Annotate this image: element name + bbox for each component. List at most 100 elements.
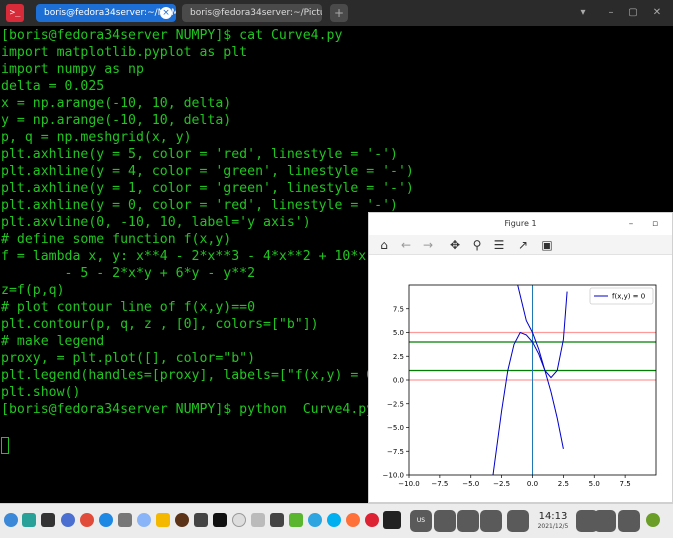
show-desktop-icon[interactable] bbox=[4, 513, 18, 527]
text-editor-icon[interactable] bbox=[175, 513, 189, 527]
settings-icon[interactable] bbox=[61, 513, 75, 527]
terminal-line: - 5 - 2*x*y + 6*y - y**2 bbox=[1, 266, 256, 281]
vim-icon[interactable] bbox=[194, 513, 208, 527]
terminal-icon[interactable] bbox=[41, 513, 55, 527]
clock-time[interactable]: 14:13 bbox=[538, 511, 568, 523]
configure-subplots-icon[interactable]: ☰ bbox=[491, 237, 507, 253]
home-icon[interactable]: ⌂ bbox=[376, 237, 392, 253]
terminal-line: plt.axhline(y = 0, color = 'red', linest… bbox=[1, 198, 398, 213]
keyboard-layout-button[interactable]: US bbox=[410, 510, 432, 532]
save-icon[interactable]: ▣ bbox=[539, 237, 555, 253]
terminal-line: # define some function f(x,y) bbox=[1, 232, 232, 247]
terminal-line: y = np.arange(-10, 10, delta) bbox=[1, 113, 232, 128]
terminal-line: x = np.arange(-10, 10, delta) bbox=[1, 96, 232, 111]
tab-label: boris@fedora34server:~/NUMPY bbox=[44, 8, 176, 18]
terminal-line: import matplotlib.pyplot as plt bbox=[1, 45, 248, 60]
terminal-line: plt.legend(handles=[proxy], labels=["f(x… bbox=[1, 368, 398, 383]
plot-canvas[interactable]: −10.0 −7.5 −5.0 −2.5 0.0 2.5 5.0 7.5 −10.0 −7.5 −5… bbox=[369, 255, 672, 503]
terminal-cursor bbox=[1, 437, 9, 454]
x-tick-label: 5.0 bbox=[589, 480, 600, 488]
desktop: >_ boris@fedora34server:~/NUMPY × boris@… bbox=[0, 0, 673, 538]
tray-app-button[interactable] bbox=[457, 510, 479, 532]
y-tick-label: −5.0 bbox=[387, 424, 404, 432]
software-icon[interactable] bbox=[118, 513, 132, 527]
terminal-line: f = lambda x, y: x**4 - 2*x**3 - 4*x**2 … bbox=[1, 249, 383, 264]
plot-area: −10.0 −7.5 −5.0 −2.5 0.0 2.5 5.0 7.5 −10.0 −7.5 −5… bbox=[383, 284, 657, 488]
maximize-icon[interactable]: ▢ bbox=[626, 6, 640, 20]
y-tick-label: 5.0 bbox=[393, 329, 404, 337]
zoom-icon[interactable]: ⚲ bbox=[469, 237, 485, 253]
back-icon[interactable]: ← bbox=[398, 237, 414, 253]
y-tick-label: 0.0 bbox=[393, 377, 404, 385]
messages-button[interactable] bbox=[594, 510, 616, 532]
taskbar: US 14:13 2021/12/5 bbox=[0, 503, 673, 538]
files-icon[interactable] bbox=[22, 513, 36, 527]
figure-window[interactable]: Figure 1 – ▫ ⌂ ← → ✥ ⚲ ☰ ↗ ▣ −10.0 −7.5 −5… bbox=[368, 212, 673, 503]
terminal-line: plt.contour(p, q, z , [0], colors=["b"]) bbox=[1, 317, 319, 332]
terminal-line: proxy, = plt.plot([], color="b") bbox=[1, 351, 256, 366]
terminal-line: plt.show() bbox=[1, 385, 81, 400]
user-avatar[interactable] bbox=[646, 513, 660, 527]
tab-label: boris@fedora34server:~/Pictures bbox=[190, 8, 322, 18]
x-tick-label: −10.0 bbox=[398, 480, 419, 488]
monitor-icon[interactable] bbox=[270, 513, 284, 527]
inkscape-icon[interactable] bbox=[383, 511, 401, 529]
terminal-line: plt.axvline(0, -10, 10, label='y axis') bbox=[1, 215, 311, 230]
webex-icon[interactable] bbox=[232, 513, 246, 527]
skype-icon[interactable] bbox=[327, 513, 341, 527]
y-tick-label: −2.5 bbox=[387, 400, 404, 408]
terminal-app-icon[interactable]: >_ bbox=[6, 4, 24, 22]
terminal-line: delta = 0.025 bbox=[1, 79, 105, 94]
x-tick-label: 7.5 bbox=[620, 480, 631, 488]
figure-toolbar: ⌂ ← → ✥ ⚲ ☰ ↗ ▣ bbox=[369, 235, 672, 255]
x-tick-label: 0.0 bbox=[527, 480, 538, 488]
terminal-titlebar: >_ boris@fedora34server:~/NUMPY × boris@… bbox=[0, 0, 673, 26]
terminal-line: plt.axhline(y = 1, color = 'green', line… bbox=[1, 181, 414, 196]
y-tick-label: −10.0 bbox=[383, 472, 404, 480]
x-tick-label: 2.5 bbox=[558, 480, 569, 488]
power-button[interactable] bbox=[618, 510, 640, 532]
terminal-line: plt.axhline(y = 4, color = 'green', line… bbox=[1, 164, 414, 179]
terminal-line: # plot contour line of f(x,y)==0 bbox=[1, 300, 256, 315]
browser-icon[interactable] bbox=[99, 513, 113, 527]
tray-app-button[interactable] bbox=[434, 510, 456, 532]
legend-label: f(x,y) = 0 bbox=[612, 293, 645, 301]
telegram-icon[interactable] bbox=[308, 513, 322, 527]
pan-icon[interactable]: ✥ bbox=[447, 237, 463, 253]
minimize-icon[interactable]: – bbox=[624, 217, 638, 231]
terminal-line: # make legend bbox=[1, 334, 105, 349]
tray-tool-button[interactable] bbox=[480, 510, 502, 532]
firefox-icon[interactable] bbox=[346, 513, 360, 527]
maximize-icon[interactable]: ▫ bbox=[648, 217, 662, 231]
terminal-line: p, q = np.meshgrid(x, y) bbox=[1, 130, 192, 145]
y-tick-label: 2.5 bbox=[393, 353, 404, 361]
scissors-icon[interactable] bbox=[365, 513, 379, 527]
tray-chevron-button[interactable] bbox=[507, 510, 529, 532]
tab-close-icon[interactable]: × bbox=[160, 7, 172, 19]
tab-pictures[interactable]: boris@fedora34server:~/Pictures bbox=[182, 4, 322, 22]
screenshot-icon[interactable] bbox=[251, 513, 265, 527]
x-tick-label: −7.5 bbox=[431, 480, 448, 488]
app-icon[interactable] bbox=[156, 513, 170, 527]
dropdown-icon[interactable]: ▾ bbox=[576, 6, 590, 20]
forward-icon[interactable]: → bbox=[420, 237, 436, 253]
terminal-line: [boris@fedora34server NUMPY]$ cat Curve4… bbox=[1, 28, 343, 43]
edit-axes-icon[interactable]: ↗ bbox=[515, 237, 531, 253]
y-tick-label: −7.5 bbox=[387, 448, 404, 456]
tab-numpy[interactable]: boris@fedora34server:~/NUMPY × bbox=[36, 4, 176, 22]
close-icon[interactable]: ✕ bbox=[650, 6, 664, 20]
pycharm-icon[interactable] bbox=[213, 513, 227, 527]
terminal-line: plt.axhline(y = 5, color = 'red', linest… bbox=[1, 147, 398, 162]
x-tick-label: −2.5 bbox=[493, 480, 510, 488]
camera-icon[interactable] bbox=[289, 513, 303, 527]
terminal-line: import numpy as np bbox=[1, 62, 144, 77]
gimp-icon[interactable] bbox=[137, 513, 151, 527]
terminal-line: z=f(p,q) bbox=[1, 283, 65, 298]
terminal-line: [boris@fedora34server NUMPY]$ python Cur… bbox=[1, 402, 375, 417]
clock-date: 2021/12/5 bbox=[537, 523, 569, 530]
x-tick-label: −5.0 bbox=[462, 480, 479, 488]
keyboard-layout-label: US bbox=[416, 517, 426, 524]
chrome-icon[interactable] bbox=[80, 513, 94, 527]
minimize-icon[interactable]: – bbox=[604, 6, 618, 20]
new-tab-button[interactable]: + bbox=[330, 4, 348, 22]
